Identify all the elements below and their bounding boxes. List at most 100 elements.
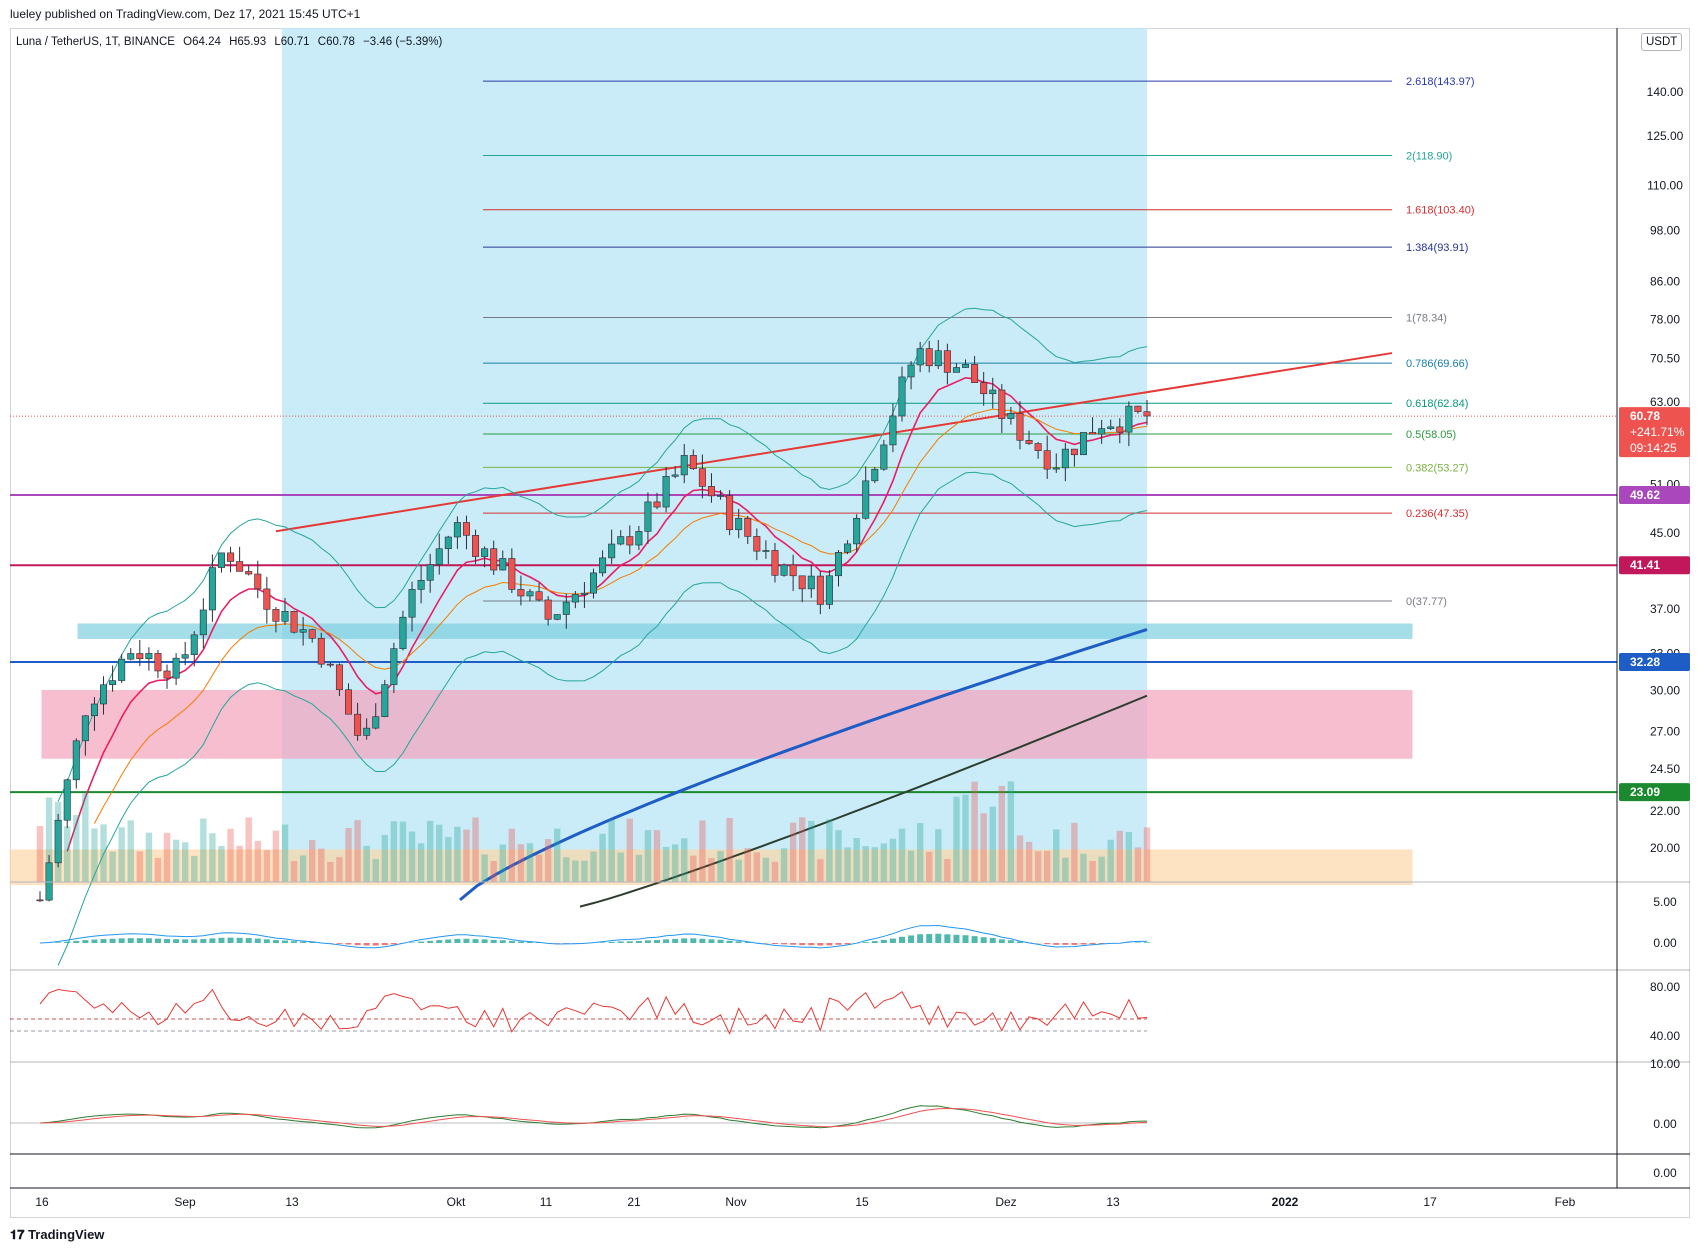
candle-body (1116, 426, 1124, 433)
volume-bar (445, 837, 452, 882)
candle-body (644, 501, 652, 532)
candle-body (789, 564, 797, 577)
candle-body (326, 663, 334, 666)
price-axis-tick: 125.00 (1647, 129, 1684, 143)
volume-bar (826, 819, 833, 882)
candle-body (1061, 448, 1069, 469)
candle-body (208, 567, 216, 611)
macd-histogram-bar (781, 943, 788, 945)
candle-body (1079, 432, 1087, 456)
macd-histogram-bar (390, 943, 397, 945)
time-axis-tick: 13 (285, 1195, 299, 1209)
volume-bar (907, 850, 915, 882)
macd-histogram-bar (281, 940, 288, 943)
candle-body (1070, 448, 1078, 456)
price-label-value: 60.78 (1630, 409, 1660, 423)
macd-histogram-bar (808, 943, 815, 946)
candle-body (118, 658, 126, 681)
fib-level-label: 2.618(143.97) (1406, 76, 1475, 88)
candle-body (1016, 413, 1024, 441)
candle-body (916, 348, 924, 366)
fib-level-label: 0.236(47.35) (1406, 508, 1468, 520)
macd-histogram-bar (490, 939, 497, 943)
volume-bar (626, 818, 633, 882)
macd-histogram-bar (145, 938, 152, 943)
volume-bar (526, 843, 534, 882)
tradingview-logo-icon: 𝟏𝟕 (10, 1227, 29, 1242)
candle-body (771, 550, 779, 576)
candle-body (898, 376, 906, 417)
volume-bar (290, 861, 298, 882)
candle-body (444, 536, 452, 550)
macd-histogram-bar (499, 940, 506, 943)
macd-histogram-bar (862, 942, 869, 943)
macd-histogram-bar (164, 939, 171, 943)
volume-bar (572, 860, 579, 882)
rsi-panel (10, 988, 1148, 1035)
macd-histogram-bar (672, 938, 679, 943)
macd-histogram-bar (599, 942, 606, 943)
candle-body (481, 548, 489, 557)
candle-body (372, 716, 380, 729)
macd-histogram-bar (336, 943, 343, 944)
volume-bar (971, 781, 978, 882)
candle-body (807, 575, 815, 590)
candle-body (971, 364, 979, 383)
candle-body (726, 495, 734, 531)
price-label-value: 49.62 (1630, 488, 1660, 502)
candle-body (962, 364, 970, 368)
volume-bar (309, 840, 316, 882)
symbol-name: Luna / TetherUS, 1T, BINANCE (16, 36, 175, 48)
volume-bar (544, 839, 552, 882)
macd-histogram-bar (200, 939, 207, 943)
volume-bar (408, 831, 416, 882)
price-axis-tick: 110.00 (1647, 179, 1683, 193)
candle-body (63, 779, 71, 821)
candle-body (653, 501, 661, 508)
volume-bar (118, 827, 125, 882)
macd-histogram-bar (1071, 943, 1078, 945)
macd-histogram-bar (227, 937, 234, 943)
volume-bar (272, 830, 280, 882)
currency-button[interactable]: USDT (1641, 33, 1683, 51)
volume-bar (136, 851, 144, 882)
macd-histogram-bar (154, 938, 161, 943)
candle-body (825, 575, 833, 605)
symbol-legend[interactable]: Luna / TetherUS, 1T, BINANCE O64.24 H65.… (16, 36, 447, 48)
price-axis-tick: 78.00 (1650, 312, 1680, 326)
indicator-axis-tick: 10.00 (1650, 1057, 1680, 1071)
macd-histogram-bar (55, 942, 62, 943)
oscillator-panel (10, 1105, 1148, 1129)
time-axis-tick: 2022 (1272, 1195, 1299, 1209)
macd-histogram-bar (799, 943, 806, 946)
chart-canvas[interactable]: 2.618(143.97) 2(118.90) 1.618(103.40) 1.384… (0, 0, 1707, 1252)
volume-bar (798, 817, 806, 882)
macd-histogram-bar (871, 941, 878, 943)
candle-body (871, 468, 879, 482)
macd-histogram-bar (1007, 940, 1014, 943)
fib-level-label: 1(78.34) (1406, 313, 1447, 325)
macd-histogram-bar (300, 941, 307, 943)
candle-body (127, 653, 135, 660)
volume-bar (472, 817, 479, 882)
macd-histogram-bar (127, 938, 134, 943)
fib-level-label: 1.618(103.40) (1406, 205, 1475, 217)
macd-histogram-bar (100, 939, 107, 943)
volume-bar (299, 855, 307, 882)
volume-bar (690, 855, 697, 882)
volume-bar (554, 828, 561, 882)
volume-bar (681, 838, 688, 882)
candle-body (1134, 405, 1142, 412)
volume-bar (708, 858, 715, 882)
macd-histogram-bar (953, 934, 960, 943)
macd-histogram-bar (817, 943, 824, 946)
volume-bar (481, 854, 488, 882)
volume-bar (1016, 835, 1024, 882)
volume-bar (154, 857, 162, 882)
volume-bar (662, 846, 670, 882)
time-axis-tick: 17 (1423, 1195, 1437, 1209)
volume-bar (209, 833, 216, 882)
macd-histogram-bar (445, 939, 452, 943)
candle-body (100, 684, 108, 705)
candle-body (889, 415, 897, 446)
